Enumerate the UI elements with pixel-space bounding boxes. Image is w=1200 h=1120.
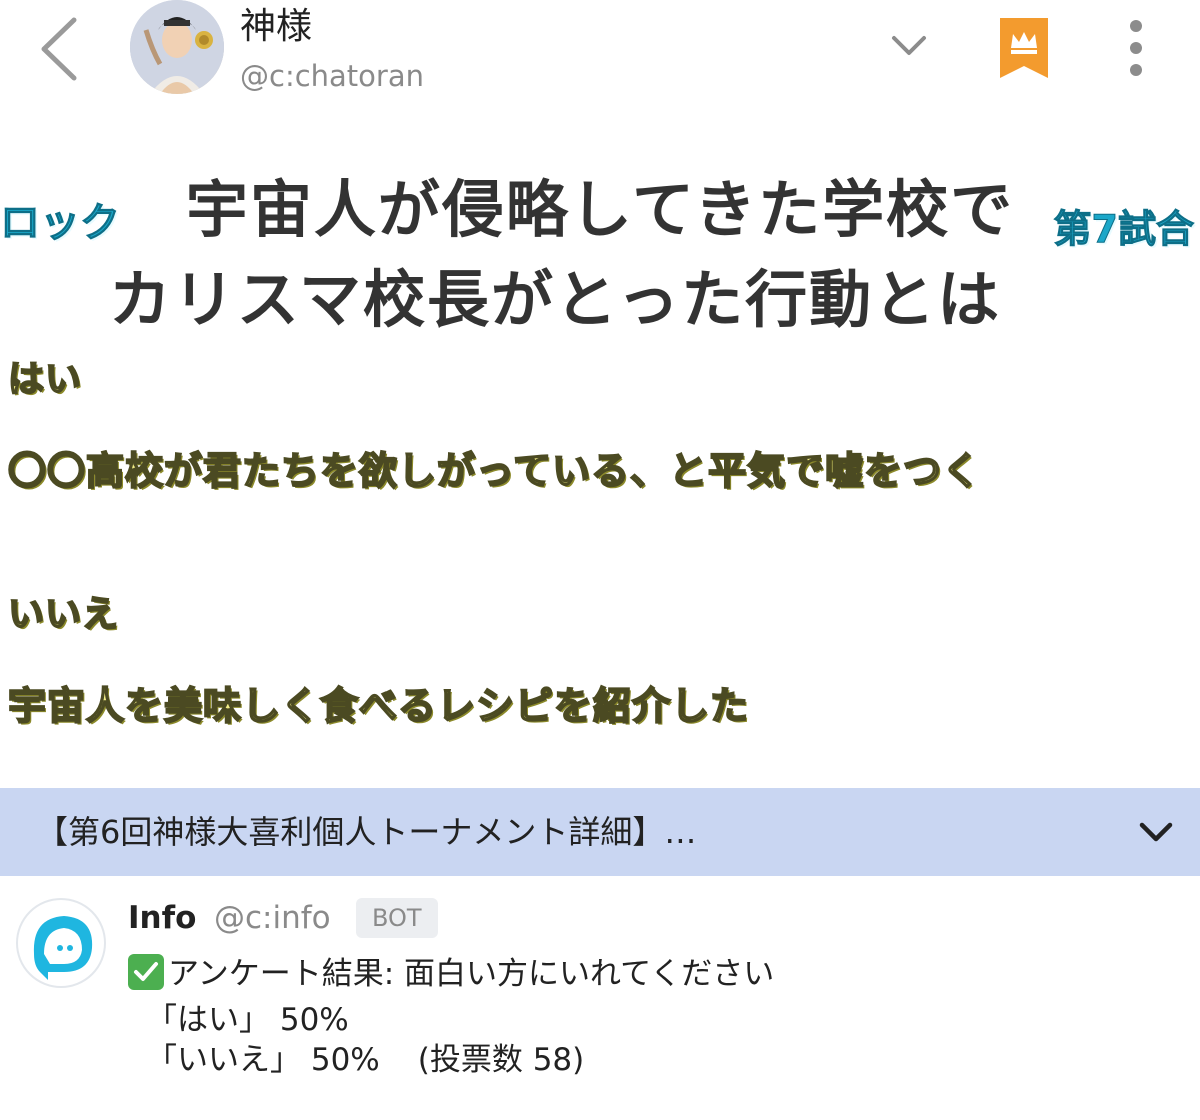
expand-button[interactable] bbox=[886, 22, 932, 68]
check-mark-icon bbox=[128, 954, 164, 990]
post-image[interactable]: 宇宙人が侵略してきた学校で カリスマ校長がとった行動とは ロック 第7試合 はい… bbox=[0, 115, 1200, 787]
banner-title: 【第6回神様大喜利個人トーナメント詳細】… bbox=[36, 813, 697, 851]
poll-result-no-choice: 「いいえ」 50% bbox=[146, 1042, 380, 1078]
poll-result-yes: 「はい」 50% bbox=[146, 1002, 349, 1038]
match-label: 第7試合 bbox=[1053, 207, 1194, 252]
poll-vote-count: (投票数 58) bbox=[417, 1042, 585, 1078]
crown-bookmark-icon bbox=[1000, 18, 1048, 78]
chevron-down-icon bbox=[1139, 822, 1173, 842]
poll-result-heading: アンケート結果: 面白い方にいれてください bbox=[168, 956, 775, 992]
option-yes-label: はい bbox=[7, 358, 83, 401]
option-no-label: いいえ bbox=[7, 593, 120, 636]
crown-bookmark-button[interactable] bbox=[996, 14, 1052, 82]
post-headline: 宇宙人が侵略してきた学校で カリスマ校長がとった行動とは bbox=[0, 165, 1200, 345]
avatar-illustration-icon bbox=[130, 0, 224, 94]
poll-result-title: アンケート結果: 面白い方にいれてください bbox=[128, 954, 774, 994]
avatar[interactable] bbox=[130, 0, 224, 94]
bot-avatar[interactable] bbox=[14, 896, 108, 990]
info-bot-icon bbox=[16, 898, 106, 988]
headline-line-1: 宇宙人が侵略してきた学校で bbox=[185, 173, 1015, 246]
back-chevron-icon bbox=[41, 17, 77, 81]
pinned-banner[interactable]: 【第6回神様大喜利個人トーナメント詳細】… bbox=[0, 788, 1200, 876]
headline-line-2: カリスマ校長がとった行動とは bbox=[108, 263, 1002, 336]
bot-badge: BOT bbox=[356, 898, 438, 938]
post-author-handle: @c:chatoran bbox=[240, 59, 424, 93]
more-vertical-icon bbox=[1130, 20, 1142, 76]
poll-result-no: 「いいえ」 50% (投票数 58) bbox=[146, 1040, 584, 1080]
more-options-button[interactable] bbox=[1116, 16, 1156, 80]
chevron-down-icon bbox=[892, 36, 926, 55]
post-author-name[interactable]: 神様 bbox=[240, 6, 312, 48]
option-no-answer: 宇宙人を美味しく食べるレシピを紹介した bbox=[7, 683, 750, 729]
option-yes-answer: 〇〇高校が君たちを欲しがっている、と平気で嘘をつく bbox=[7, 448, 982, 494]
bot-reply: Info @c:info BOT アンケート結果: 面白い方にいれてください 「… bbox=[0, 876, 1200, 1120]
bot-handle: @c:info bbox=[214, 900, 331, 936]
post-header: 神様 @c:chatoran bbox=[0, 0, 1200, 115]
back-button[interactable] bbox=[36, 14, 84, 84]
bot-name[interactable]: Info bbox=[128, 900, 196, 936]
banner-expand-button[interactable] bbox=[1134, 810, 1178, 854]
block-label: ロック bbox=[0, 200, 121, 247]
